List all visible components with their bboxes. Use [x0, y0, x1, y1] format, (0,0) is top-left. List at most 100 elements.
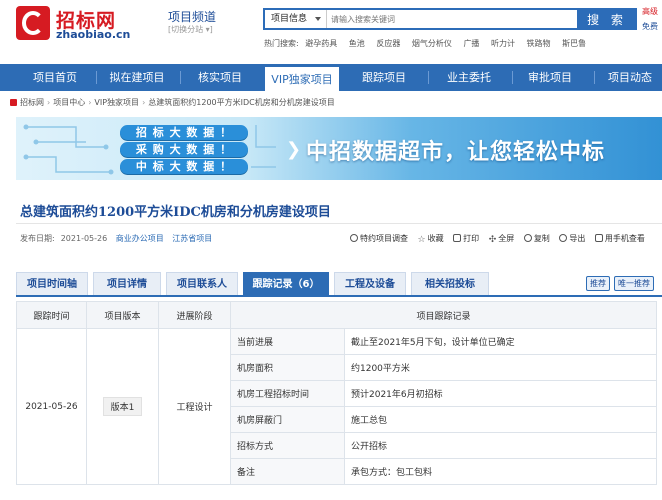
col-header-record: 项目跟踪记录 [229, 301, 658, 329]
search-bar: 项目信息 搜 索 [263, 8, 637, 30]
breadcrumb-separator: › [88, 98, 92, 107]
nav-item-tracking[interactable]: 跟踪项目 [348, 64, 420, 91]
print-action[interactable]: 打印 [453, 233, 479, 244]
print-action-label: 打印 [463, 234, 480, 243]
site-header: 招标网 zhaobiao.cn 项目频道 [切换分站 ▾] 项目信息 搜 索 热… [0, 0, 662, 64]
fullscreen-action-label: 全屏 [498, 234, 515, 243]
nav-item-approval[interactable]: 审批项目 [514, 64, 586, 91]
hot-search-item[interactable]: 听力计 [491, 39, 515, 48]
fullscreen-action[interactable]: ✣ 全屏 [489, 233, 515, 245]
record-value: 施工总包 [343, 406, 658, 433]
record-key: 机房屏蔽门 [230, 406, 345, 433]
record-value: 承包方式：包工包料 [343, 458, 658, 485]
col-header-stage: 进展阶段 [158, 301, 231, 329]
table-header-row: 跟踪时间 项目版本 进展阶段 项目跟踪记录 [16, 301, 658, 329]
page: 招标网 zhaobiao.cn 项目频道 [切换分站 ▾] 项目信息 搜 索 热… [0, 0, 662, 500]
track-stage: 工程设计 [158, 328, 231, 485]
breadcrumb-item[interactable]: 招标网 [20, 98, 44, 107]
export-action[interactable]: 导出 [559, 233, 585, 244]
logo-mark-icon [16, 6, 50, 40]
breadcrumb-separator: › [142, 98, 146, 107]
banner-slogan: 中招数据超市，让您轻松中标 [306, 140, 606, 165]
col-header-date: 跟踪时间 [16, 301, 87, 329]
printer-icon [453, 234, 462, 242]
track-version-cell: 版本1 [86, 328, 159, 485]
banner-pill: 招 标 大 数 据 ！ [120, 125, 248, 140]
nav-item-news[interactable]: 项目动态 [598, 64, 662, 91]
table-row: 2021-05-26 版本1 工程设计 当前进展 截止至2021年5月下旬，设计… [16, 328, 658, 485]
breadcrumb-item[interactable]: VIP独家项目 [94, 98, 139, 107]
nav-item-vip[interactable]: VIP独家项目 [264, 66, 340, 91]
search-input[interactable] [331, 11, 575, 27]
chevron-down-icon [315, 17, 321, 21]
corner-link-free[interactable]: 免费 [642, 21, 662, 32]
corner-link-advanced[interactable]: 高级 [642, 6, 662, 17]
record-value: 预计2021年6月初招标 [343, 380, 658, 407]
region-link[interactable]: 江苏省项目 [172, 234, 212, 243]
nav-item-verified[interactable]: 核实项目 [184, 64, 256, 91]
breadcrumb-current: 总建筑面积约1200平方米IDC机房和分机房建设项目 [148, 98, 335, 107]
promo-banner[interactable]: 招 标 大 数 据 ！ 采 购 大 数 据 ！ 中 标 大 数 据 ！ ❯ 中招… [16, 117, 662, 180]
hot-search-item[interactable]: 反应器 [376, 39, 400, 48]
mobile-view-action-label: 用手机查看 [604, 234, 645, 243]
record-key: 备注 [230, 458, 345, 485]
project-title: 总建筑面积约1200平方米IDC机房和分机房建设项目 [20, 205, 331, 220]
nav-item-home[interactable]: 项目首页 [18, 64, 92, 91]
mobile-view-action[interactable]: 用手机查看 [594, 233, 645, 244]
export-action-label: 导出 [569, 234, 586, 243]
record-key: 招标方式 [230, 432, 345, 459]
home-icon [10, 99, 17, 106]
nav-divider [96, 71, 97, 84]
tab-engineering[interactable]: 工程及设备 [334, 272, 406, 295]
hot-search-item[interactable]: 铁路物 [527, 39, 551, 48]
record-key: 当前进展 [230, 328, 345, 355]
hot-search-item[interactable]: 广播 [463, 39, 479, 48]
tab-tracking-records[interactable]: 跟踪记录（6） [243, 272, 329, 295]
banner-pill: 采 购 大 数 据 ！ [120, 142, 248, 157]
tracking-table: 跟踪时间 项目版本 进展阶段 项目跟踪记录 2021-05-26 版本1 工程设… [16, 301, 658, 485]
logo-text-en: zhaobiao.cn [56, 28, 131, 41]
copy-action[interactable]: 复制 [523, 233, 550, 244]
unique-recommend-button[interactable]: 唯一推荐 [614, 276, 654, 291]
tab-related-bids[interactable]: 相关招投标 [411, 272, 489, 295]
col-header-version: 项目版本 [86, 301, 159, 329]
hot-search-item[interactable]: 烟气分析仪 [412, 39, 452, 48]
hot-search-item[interactable]: 避孕药具 [305, 39, 337, 48]
tab-timeline[interactable]: 项目时间轴 [16, 272, 88, 295]
survey-action-label: 特约项目调查 [360, 234, 408, 243]
nav-item-owner[interactable]: 业主委托 [432, 64, 506, 91]
nav-divider [594, 71, 595, 84]
action-bar: 特约项目调查 ☆ 收藏 打印 ✣ 全屏 复制 导出 用手机查看 [350, 233, 652, 245]
breadcrumb-item[interactable]: 项目中心 [53, 98, 85, 107]
hot-search-item[interactable]: 鱼池 [349, 39, 365, 48]
project-meta: 发布日期: 2021-05-26 商业办公项目 江苏省项目 [20, 233, 218, 245]
recommend-button[interactable]: 推荐 [586, 276, 610, 291]
title-divider [16, 223, 662, 224]
favorite-action-label: 收藏 [427, 234, 444, 243]
version-badge[interactable]: 版本1 [102, 397, 143, 416]
category-link[interactable]: 商业办公项目 [116, 234, 164, 243]
search-category-select[interactable]: 项目信息 [265, 10, 327, 28]
breadcrumb: 招标网 › 项目中心 › VIP独家项目 › 总建筑面积约1200平方米IDC机房和分机房建… [10, 97, 335, 109]
hot-search-item[interactable]: 斯巴鲁 [562, 39, 586, 48]
chevron-right-icon: ❯ [286, 139, 302, 160]
nav-divider [512, 71, 513, 84]
mobile-icon [594, 234, 603, 242]
nav-divider [428, 71, 429, 84]
hot-searches: 热门搜索: 避孕药具 鱼池 反应器 烟气分析仪 广播 听力计 铁路物 斯巴鲁 [264, 38, 595, 50]
hot-searches-label: 热门搜索: [264, 39, 299, 48]
switch-site-link[interactable]: [切换分站 ▾] [168, 24, 213, 35]
copy-action-label: 复制 [533, 234, 550, 243]
site-logo[interactable]: 招标网 zhaobiao.cn [16, 6, 146, 41]
copy-icon [523, 234, 532, 242]
survey-action[interactable]: 特约项目调查 [350, 233, 408, 244]
favorite-action[interactable]: ☆ 收藏 [418, 233, 444, 245]
tab-contacts[interactable]: 项目联系人 [166, 272, 238, 295]
banner-pill: 中 标 大 数 据 ！ [120, 159, 248, 174]
record-key: 机房面积 [230, 354, 345, 381]
tab-details[interactable]: 项目详情 [93, 272, 161, 295]
nav-item-planned[interactable]: 拟在建项目 [100, 64, 174, 91]
track-date: 2021-05-26 [16, 328, 87, 485]
search-button[interactable]: 搜 索 [577, 8, 637, 30]
fullscreen-icon: ✣ [488, 235, 497, 245]
